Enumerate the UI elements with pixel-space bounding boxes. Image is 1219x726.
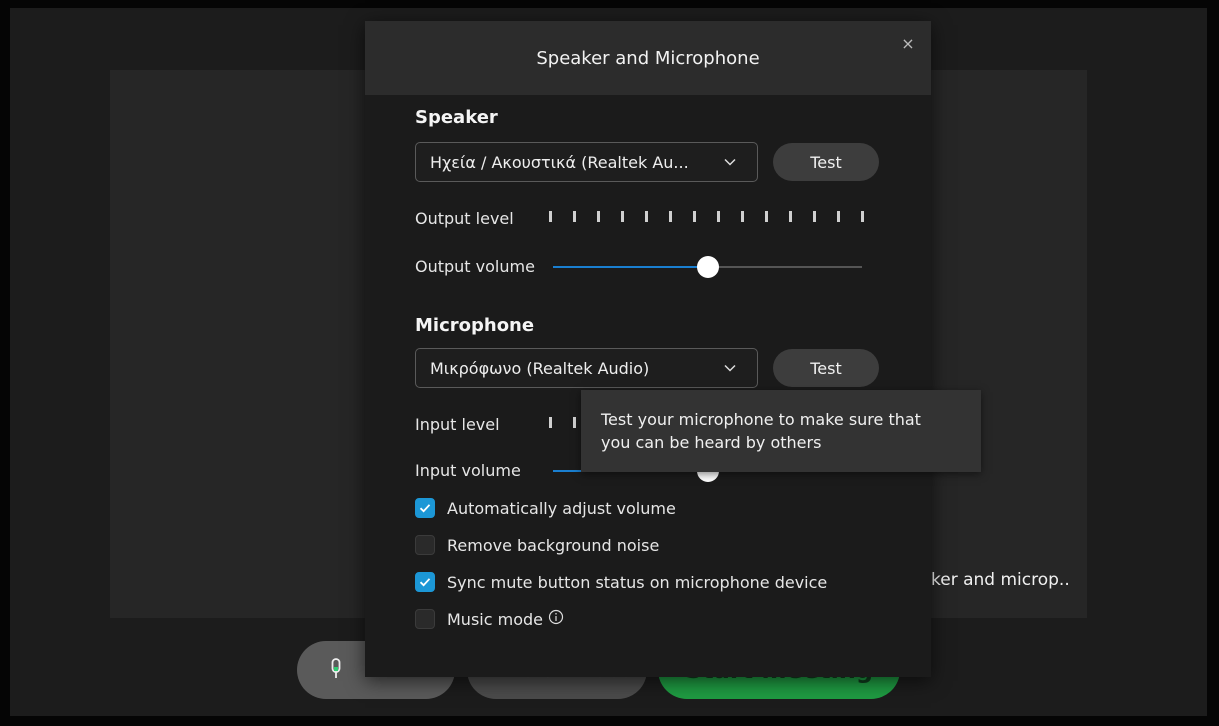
- level-tick: [837, 211, 840, 222]
- output-level-label: Output level: [415, 209, 514, 228]
- output-volume-thumb[interactable]: [696, 256, 719, 278]
- level-tick: [717, 211, 720, 222]
- level-tick: [765, 211, 768, 222]
- music-mode-checkbox[interactable]: [415, 609, 435, 629]
- chevron-down-icon: [723, 360, 737, 379]
- level-tick: [741, 211, 744, 222]
- auto-adjust-volume-label: Automatically adjust volume: [447, 498, 676, 518]
- level-tick: [573, 417, 576, 428]
- tooltip-line-2: you can be heard by others: [601, 433, 822, 452]
- microphone-test-button[interactable]: Test: [773, 349, 879, 387]
- level-tick: [669, 211, 672, 222]
- preview-caption: ker and microp...: [931, 570, 1071, 590]
- microphone-test-tooltip: Test your microphone to make sure that y…: [581, 390, 981, 472]
- level-tick: [621, 211, 624, 222]
- input-level-label: Input level: [415, 415, 500, 434]
- microphone-device-select[interactable]: Μικρόφωνο (Realtek Audio): [415, 348, 758, 388]
- level-tick: [861, 211, 864, 222]
- chevron-down-icon: [723, 154, 737, 173]
- speaker-device-select[interactable]: Ηχεία / Ακουστικά (Realtek Au...: [415, 142, 758, 182]
- tooltip-line-1: Test your microphone to make sure that: [601, 410, 921, 429]
- microphone-icon: [329, 658, 343, 687]
- music-mode-label: Music mode: [447, 609, 543, 629]
- speaker-section-title: Speaker: [415, 107, 498, 128]
- auto-adjust-volume-option[interactable]: Automatically adjust volume: [415, 498, 676, 518]
- level-tick: [789, 211, 792, 222]
- close-icon[interactable]: ×: [899, 35, 917, 53]
- level-tick: [549, 211, 552, 222]
- level-tick: [813, 211, 816, 222]
- dialog-title: Speaker and Microphone: [536, 48, 760, 69]
- level-tick: [549, 417, 552, 428]
- speaker-device-value: Ηχεία / Ακουστικά (Realtek Au...: [430, 152, 689, 172]
- input-volume-label: Input volume: [415, 461, 521, 480]
- level-tick: [597, 211, 600, 222]
- level-tick: [645, 211, 648, 222]
- sync-mute-checkbox[interactable]: [415, 572, 435, 592]
- output-level-meter: [549, 211, 885, 222]
- remove-background-noise-option[interactable]: Remove background noise: [415, 535, 659, 555]
- remove-background-noise-checkbox[interactable]: [415, 535, 435, 555]
- remove-background-noise-label: Remove background noise: [447, 535, 660, 555]
- dialog-header: Speaker and Microphone ×: [365, 21, 931, 95]
- microphone-device-value: Μικρόφωνο (Realtek Audio): [430, 358, 650, 378]
- speaker-microphone-dialog: Speaker and Microphone × Speaker Ηχεία /…: [365, 21, 931, 677]
- check-icon: [419, 578, 431, 587]
- output-volume-label: Output volume: [415, 257, 535, 276]
- check-icon: [419, 504, 431, 513]
- output-volume-fill: [553, 266, 708, 268]
- auto-adjust-volume-checkbox[interactable]: [415, 498, 435, 518]
- level-tick: [693, 211, 696, 222]
- sync-mute-option[interactable]: Sync mute button status on microphone de…: [415, 572, 827, 592]
- music-mode-option[interactable]: Music mode: [415, 609, 564, 629]
- level-tick: [573, 211, 576, 222]
- speaker-test-button[interactable]: Test: [773, 143, 879, 181]
- microphone-section-title: Microphone: [415, 315, 535, 336]
- info-icon[interactable]: [548, 609, 564, 629]
- sync-mute-label: Sync mute button status on microphone de…: [447, 572, 828, 592]
